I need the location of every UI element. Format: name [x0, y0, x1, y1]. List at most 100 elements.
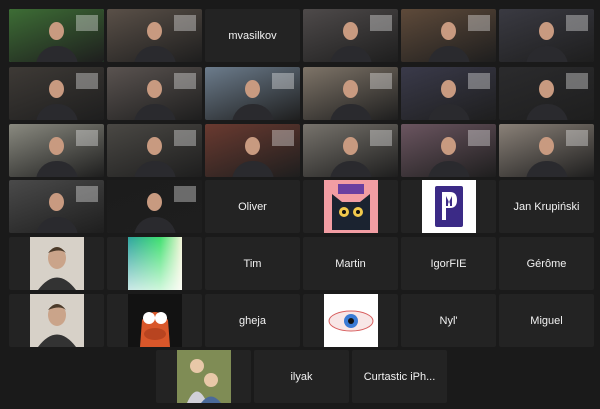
person-body [525, 161, 568, 177]
background-window [174, 130, 196, 146]
person-head [539, 79, 554, 98]
participant-tile[interactable]: Oliver [205, 180, 300, 233]
participant-name: gheja [239, 314, 266, 327]
person-head [441, 136, 456, 155]
background-window [468, 73, 490, 89]
participant-grid: mvasilkov Oliver Jan Krupiński Tim Martin Igo… [0, 0, 600, 409]
participant-tile[interactable] [9, 180, 104, 233]
person-head [147, 192, 162, 211]
participant-name: Oliver [238, 200, 267, 213]
person-head [539, 21, 554, 40]
participant-tile[interactable] [205, 124, 300, 177]
person-head [147, 136, 162, 155]
participant-name: mvasilkov [228, 29, 277, 42]
camera-feed [303, 124, 398, 177]
camera-feed [401, 67, 496, 120]
person-body [329, 46, 372, 62]
participant-tile[interactable] [303, 124, 398, 177]
background-window [76, 186, 98, 202]
person-body [231, 104, 274, 120]
person-avatar-image [29, 237, 84, 290]
participant-tile[interactable] [205, 67, 300, 120]
background-window [272, 73, 294, 89]
participant-tile[interactable] [9, 9, 104, 62]
person-body [35, 104, 78, 120]
participant-tile[interactable] [156, 350, 251, 403]
camera-feed [107, 180, 202, 233]
person-head [441, 21, 456, 40]
person-body [133, 217, 176, 233]
person-avatar-image [29, 294, 84, 347]
participant-tile[interactable] [107, 237, 202, 290]
participant-tile[interactable]: Tim [205, 237, 300, 290]
participant-tile[interactable] [9, 67, 104, 120]
person-body [525, 104, 568, 120]
person-head [49, 192, 64, 211]
participant-tile[interactable] [499, 124, 594, 177]
participant-tile[interactable]: Martin [303, 237, 398, 290]
person-body [329, 161, 372, 177]
person-head [441, 79, 456, 98]
participant-tile[interactable] [401, 9, 496, 62]
person-body [427, 161, 470, 177]
participant-tile[interactable] [303, 67, 398, 120]
participant-tile[interactable]: Jan Krupiński [499, 180, 594, 233]
background-window [174, 15, 196, 31]
camera-feed [9, 124, 104, 177]
participant-tile[interactable] [107, 294, 202, 347]
participant-tile[interactable]: Curtastic iPh... [352, 350, 447, 403]
participant-name: Tim [243, 257, 262, 270]
muppet-avatar-image [127, 294, 182, 347]
camera-feed [303, 9, 398, 62]
person-head [49, 21, 64, 40]
cat-avatar-image [323, 180, 378, 233]
participant-tile[interactable] [107, 124, 202, 177]
camera-feed [107, 67, 202, 120]
camera-feed [499, 9, 594, 62]
camera-feed [499, 67, 594, 120]
participant-tile[interactable] [401, 67, 496, 120]
participant-tile[interactable]: gheja [205, 294, 300, 347]
participant-tile[interactable] [9, 294, 104, 347]
person-body [525, 46, 568, 62]
participant-tile[interactable] [499, 67, 594, 120]
eye-avatar-image [323, 294, 378, 347]
camera-feed [107, 124, 202, 177]
person-head [343, 79, 358, 98]
participant-tile[interactable] [107, 67, 202, 120]
person-body [329, 104, 372, 120]
participant-name: ilyak [290, 370, 313, 383]
participant-name: Curtastic iPh... [363, 370, 436, 383]
participant-tile[interactable]: Miguel [499, 294, 594, 347]
participant-name: Nyl' [439, 314, 458, 327]
person-head [147, 21, 162, 40]
participant-tile[interactable] [401, 180, 496, 233]
participant-tile[interactable] [303, 294, 398, 347]
participant-tile[interactable] [9, 124, 104, 177]
participant-tile[interactable] [107, 180, 202, 233]
kids-avatar-image [176, 350, 231, 403]
background-window [468, 130, 490, 146]
participant-tile[interactable] [303, 9, 398, 62]
person-body [427, 46, 470, 62]
participant-tile[interactable] [303, 180, 398, 233]
participant-tile[interactable] [499, 9, 594, 62]
participant-tile[interactable]: ilyak [254, 350, 349, 403]
participant-name: Miguel [530, 314, 563, 327]
participant-tile[interactable]: Nyl' [401, 294, 496, 347]
person-body [231, 161, 274, 177]
participant-tile[interactable]: mvasilkov [205, 9, 300, 62]
participant-name: Jan Krupiński [513, 200, 580, 213]
gradient-avatar-image [127, 237, 182, 290]
participant-tile[interactable] [107, 9, 202, 62]
participant-tile[interactable]: IgorFIE [401, 237, 496, 290]
person-body [35, 46, 78, 62]
participant-tile[interactable] [9, 237, 104, 290]
person-body [35, 161, 78, 177]
person-body [427, 104, 470, 120]
participant-tile[interactable] [401, 124, 496, 177]
camera-feed [9, 9, 104, 62]
camera-feed [205, 67, 300, 120]
background-window [566, 15, 588, 31]
participant-tile[interactable]: Gérôme [499, 237, 594, 290]
